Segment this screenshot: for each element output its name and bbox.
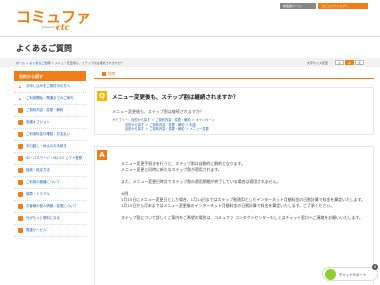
- sidebar-item-label: お客様の個人情報・変更について: [26, 204, 77, 208]
- answer-paragraph: メニュー変更手続きを行うと、ステップ割は自動的に解約となります。 メニュー変更と…: [121, 161, 245, 173]
- sidebar: 目的から探す ▶ お申し込みをご検討中の方へ ▶ ご利用開始・開通までのご案内 …: [14, 71, 86, 237]
- sidebar-item-billing[interactable]: ご利用料金の確認・お支払い: [14, 129, 86, 141]
- chat-icon: [325, 269, 336, 280]
- category-link[interactable]: 目的から探す ＞ ご契約内容・変更・解約 ＞ メニュー変更: [125, 127, 209, 131]
- sidebar-item-contract[interactable]: ご契約内容・変更・解約: [14, 105, 86, 117]
- service-icon: [18, 228, 23, 233]
- sidebar-item-related[interactable]: 関連サービス: [14, 225, 86, 237]
- commufa-top-link[interactable]: コミュファトップへ: [318, 3, 368, 9]
- key-icon: [18, 156, 23, 161]
- sidebar-item-label: お引越し・休止のお手続き: [26, 144, 67, 148]
- sidebar-item-options[interactable]: 各種オプション: [14, 117, 86, 129]
- font-size-small-button[interactable]: 小: [335, 60, 344, 65]
- breadcrumb-faq[interactable]: よくあるご質問: [29, 61, 50, 65]
- category-row: 目的から探す ＞ ご契約内容・変更・解約 ＞ メニュー変更: [112, 127, 252, 132]
- answer-paragraph: ※例 1月15日にメニュー変更日とした場合、1月14日まではステップ割適用とした…: [121, 190, 366, 209]
- sidebar-item-label: ご利用開始・開通までのご案内: [26, 96, 74, 100]
- sidebar-item-convenient[interactable]: 光がもっと便利になる: [14, 213, 86, 225]
- breadcrumb: ホーム > よくあるご質問 > メニュー変更後も、ステップ割は継続されますか？: [16, 61, 124, 65]
- font-size-large-button[interactable]: 大: [355, 60, 364, 65]
- sidebar-item-label: ご利用料金の確認・お支払い: [26, 132, 71, 136]
- sidebar-item-consider[interactable]: ▶ お申し込みをご検討中の方へ: [14, 81, 86, 93]
- answer-paragraph: また、メニュー変更日時点でステップ割の適用期間が終了している場合は適用されません…: [121, 178, 281, 184]
- logo-text: コミュファ: [16, 8, 92, 26]
- sidebar-item-label: 故障・トラブル: [26, 192, 50, 196]
- page-title: よくあるご質問: [16, 44, 72, 53]
- option-icon: [18, 120, 23, 125]
- question-subtext: メニュー変更後も、ステップ割は継続されますか？: [112, 109, 204, 114]
- question-title: メニュー変更後も、ステップ割は継続されますか？: [112, 95, 239, 101]
- device-icon: [18, 180, 23, 185]
- answer-box: A メニュー変更手続きを行うと、ステップ割は自動的に解約となります。 メニュー変…: [94, 146, 374, 285]
- category-link[interactable]: 目的から探す ＞ ご契約内容・変更・解約 ＞ キャンペーン: [131, 118, 215, 122]
- breadcrumb-current: メニュー変更後も、ステップ割は継続されますか？: [54, 61, 124, 65]
- mypage-link[interactable]: 本会員ページ: [280, 3, 316, 9]
- sidebar-item-trouble[interactable]: 故障・トラブル: [14, 189, 86, 201]
- question-tag-row: 質問: [94, 71, 374, 79]
- a-badge: A: [97, 150, 107, 160]
- question-box: Q メニュー変更後も、ステップ割は継続されますか？ メニュー変更後も、ステップ割…: [94, 87, 374, 135]
- sidebar-item-personal-info[interactable]: お客様の個人情報・変更について: [14, 201, 86, 213]
- chat-support-label: チャットサポート: [339, 273, 367, 277]
- question-tag: 質問: [108, 72, 115, 76]
- font-size-medium-button[interactable]: 中: [345, 60, 354, 65]
- sidebar-item-label: 関連サービス: [26, 228, 47, 232]
- q-badge: Q: [97, 91, 107, 101]
- sidebar-item-label: ご利用の機器について: [26, 180, 60, 184]
- document-icon: [18, 108, 23, 113]
- sidebar-item-label: 接続・設定方法: [26, 168, 50, 172]
- close-icon[interactable]: ×: [372, 264, 378, 270]
- warning-icon: [18, 192, 23, 197]
- answer-text: メニュー変更手続きを行うと、ステップ割は自動的に解約となります。 メニュー変更と…: [121, 161, 366, 226]
- answer-paragraph: ステップ割について詳しくご案内をご希望の場合は、コミュファ コンタクトセンターも…: [121, 214, 363, 220]
- truck-icon: [18, 144, 23, 149]
- font-size-label: 文字サイズ変更: [307, 61, 328, 65]
- sidebar-item-label: ご契約内容・変更・解約: [26, 108, 64, 112]
- sidebar-item-label: 光がもっと便利になる: [26, 216, 60, 220]
- sidebar-item-start[interactable]: ▶ ご利用開始・開通までのご案内: [14, 93, 86, 105]
- sidebar-item-id-password[interactable]: ID・パスワード・Myコミュファ登録: [14, 153, 86, 165]
- header-divider: [0, 36, 380, 37]
- sidebar-item-label: 各種オプション: [26, 120, 50, 124]
- yen-icon: [18, 132, 23, 137]
- bullet-icon: ▶: [19, 97, 22, 101]
- person-icon: [18, 204, 23, 209]
- sidebar-item-label: ID・パスワード・Myコミュファ登録: [26, 156, 83, 160]
- sidebar-item-label: お申し込みをご検討中の方へ: [26, 84, 71, 88]
- category-label: カテゴリー：: [112, 118, 132, 122]
- sidebar-item-moving[interactable]: お引越し・休止のお手続き: [14, 141, 86, 153]
- sidebar-item-devices[interactable]: ご利用の機器について: [14, 177, 86, 189]
- light-icon: [18, 216, 23, 221]
- question-tag-icon: [102, 72, 106, 76]
- network-icon: [18, 168, 23, 173]
- category-list: カテゴリー：目的から探す ＞ ご契約内容・変更・解約 ＞ キャンペーン 目的から…: [112, 118, 252, 132]
- sidebar-heading: 目的から探す: [14, 71, 86, 81]
- bullet-icon: ▶: [19, 85, 22, 89]
- category-link[interactable]: 目的から探す ＞ ご契約内容・変更・解約 ＞ 料金: [125, 123, 196, 127]
- logo-ctc: ctc: [56, 22, 70, 32]
- chat-support-button[interactable]: チャットサポート: [322, 267, 378, 281]
- breadcrumb-home[interactable]: ホーム: [16, 61, 25, 65]
- commufa-logo[interactable]: コミュファ Powered by ctc: [16, 8, 92, 33]
- sidebar-item-connection[interactable]: 接続・設定方法: [14, 165, 86, 177]
- main-content: 質問 Q メニュー変更後も、ステップ割は継続されますか？ メニュー変更後も、ステ…: [94, 71, 374, 285]
